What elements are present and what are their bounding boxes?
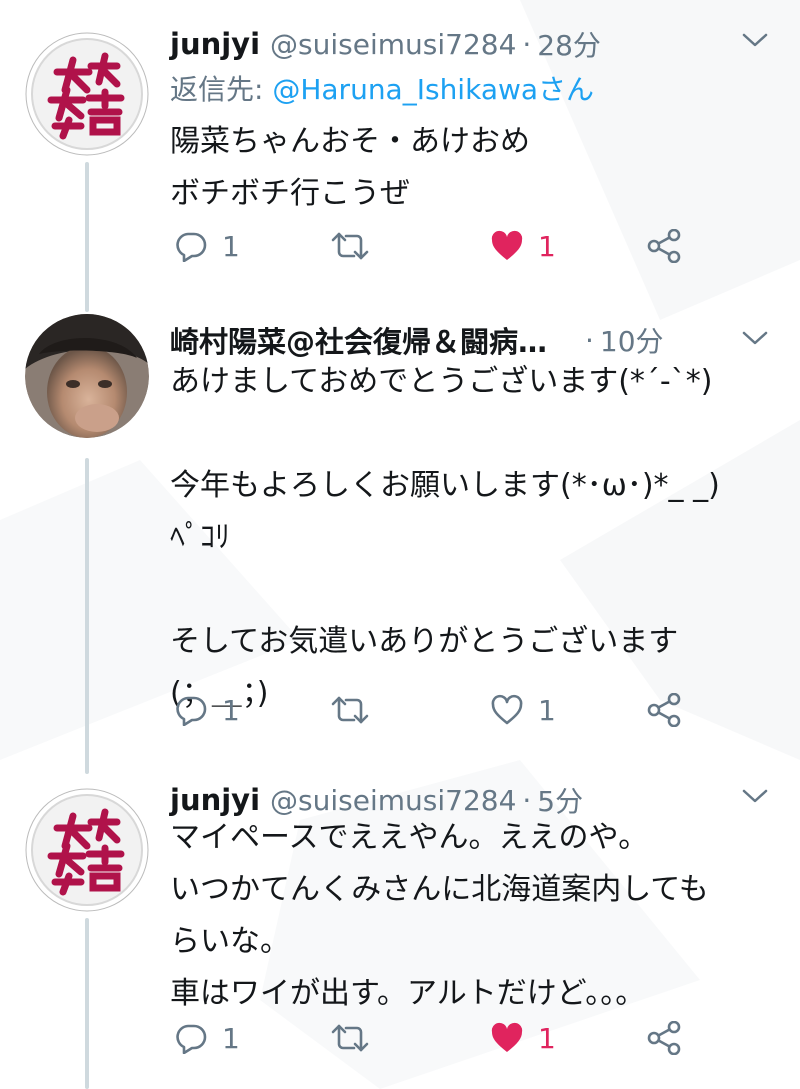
share-button[interactable] <box>646 1016 682 1060</box>
tweet-header: junjyi @suiseimusi7284 · 28分 <box>170 22 790 66</box>
chevron-down-icon[interactable] <box>740 328 770 348</box>
retweet-button[interactable] <box>330 688 370 732</box>
like-button[interactable]: 1 <box>490 1016 556 1060</box>
reply-icon <box>176 1024 207 1054</box>
like-count: 1 <box>538 229 556 263</box>
reply-button[interactable]: 1 <box>174 1016 240 1060</box>
tweet-text-line: 車はワイが出す。アルトだけど。。。 <box>170 976 646 1011</box>
share-icon <box>647 1021 681 1055</box>
heart-filled-icon <box>491 1022 523 1052</box>
tweet-text-line: あけましておめでとうございます(*´-`*) <box>170 364 713 399</box>
tweet-text: マイペースでええやん。ええのや。 いつかてんくみさんに北海道案内しても らいな。… <box>170 812 790 1020</box>
tweet-actions: 1 1 <box>170 224 710 268</box>
chevron-down-icon[interactable] <box>740 786 770 806</box>
retweet-icon <box>331 232 369 260</box>
tweet-text-line: そしてお気遣いありがとうございます <box>170 624 679 659</box>
tweet-thread: junjyi @suiseimusi7284 · 28分 返信先: @Harun… <box>0 0 800 1089</box>
reply-count: 1 <box>222 693 240 727</box>
separator-dot: · <box>585 323 594 357</box>
tweet-text: あけましておめでとうございます(*´-`*) 今年もよろしくお願いします(*･ω… <box>170 356 790 720</box>
tweet[interactable]: junjyi @suiseimusi7284 · 28分 返信先: @Harun… <box>0 22 800 272</box>
reply-icon <box>176 696 207 726</box>
reply-count: 1 <box>222 1021 240 1055</box>
tweet-actions: 1 1 <box>170 688 710 732</box>
heart-filled-icon <box>491 230 523 260</box>
avatar[interactable] <box>25 788 149 912</box>
tweet-actions: 1 1 <box>170 1016 710 1060</box>
chevron-down-icon[interactable] <box>740 30 770 50</box>
retweet-button[interactable] <box>330 1016 370 1060</box>
display-name[interactable]: 崎村陽菜@社会復帰＆闘病… <box>170 319 547 361</box>
heart-outline-icon <box>491 694 523 725</box>
tweet[interactable]: 崎村陽菜@社会復帰＆闘病… · 10分 あけましておめでとうございます(*´-`… <box>0 314 800 734</box>
user-photo-avatar <box>25 314 149 438</box>
reply-button[interactable]: 1 <box>174 224 240 268</box>
share-icon <box>647 229 681 263</box>
share-button[interactable] <box>646 224 682 268</box>
display-name[interactable]: junjyi <box>170 27 260 61</box>
share-icon <box>647 693 681 727</box>
reply-context: 返信先: @Haruna_Ishikawaさん <box>170 68 594 108</box>
tweet-text-line <box>170 408 790 460</box>
red-seal-logo-icon <box>25 32 149 156</box>
tweet-text-line: ボチボチ行こうぜ <box>170 176 410 211</box>
reply-icon <box>176 232 207 262</box>
reply-prefix-label: 返信先: <box>170 73 273 106</box>
retweet-button[interactable] <box>330 224 370 268</box>
red-seal-logo-icon <box>25 788 149 912</box>
tweet-text-line: マイペースでええやん。ええのや。 <box>170 820 649 855</box>
reply-button[interactable]: 1 <box>174 688 240 732</box>
avatar[interactable] <box>25 32 149 156</box>
tweet-text-line: いつかてんくみさんに北海道案内しても <box>170 872 709 907</box>
user-handle[interactable]: @suiseimusi7284 <box>270 28 516 61</box>
avatar[interactable] <box>25 314 149 438</box>
timestamp[interactable]: 10分 <box>600 320 664 360</box>
tweet-text-line: らいな。 <box>170 924 290 959</box>
like-count: 1 <box>538 1021 556 1055</box>
tweet-text-line: ﾍﾟｺﾘ <box>170 520 230 555</box>
tweet-text-line: 陽菜ちゃんおそ・あけおめ <box>170 124 530 159</box>
retweet-icon <box>331 1024 369 1052</box>
tweet[interactable]: junjyi @suiseimusi7284 · 5分 マイペースでええやん。え… <box>0 778 800 1078</box>
tweet-text-line <box>170 564 790 616</box>
like-button[interactable]: 1 <box>490 688 556 732</box>
reply-mention-link[interactable]: @Haruna_Ishikawaさん <box>272 73 594 106</box>
retweet-icon <box>331 696 369 724</box>
share-button[interactable] <box>646 688 682 732</box>
like-button[interactable]: 1 <box>490 224 556 268</box>
tweet-text: 陽菜ちゃんおそ・あけおめ ボチボチ行こうぜ <box>170 116 790 220</box>
separator-dot: · <box>522 27 532 61</box>
timestamp[interactable]: 28分 <box>537 24 601 64</box>
tweet-text-line: 今年もよろしくお願いします(*･ω･)*_ _) <box>170 468 720 503</box>
like-count: 1 <box>538 693 556 727</box>
reply-count: 1 <box>222 229 240 263</box>
